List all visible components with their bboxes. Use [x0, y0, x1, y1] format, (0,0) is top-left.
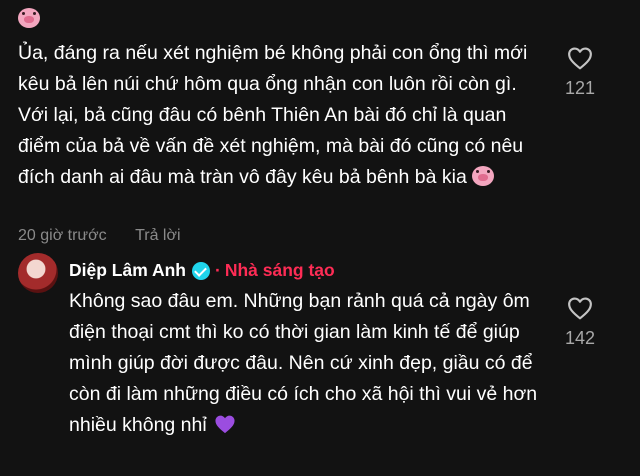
reply-header: Diệp Lâm Anh · Nhà sáng tạo	[69, 260, 335, 281]
purple-heart-emoji-icon	[215, 415, 235, 434]
pig-face-emoji-icon	[472, 166, 495, 186]
reply-text: Không sao đâu em. Những bạn rảnh quá cả …	[69, 290, 538, 436]
comment-text: Ủa, đáng ra nếu xét nghiệm bé không phải…	[18, 42, 528, 188]
reply-like[interactable]: 142	[550, 296, 610, 349]
comment-timestamp: 20 giờ trước	[18, 227, 107, 244]
creator-badge: Nhà sáng tạo	[224, 260, 335, 280]
reply-author-name[interactable]: Diệp Lâm Anh	[69, 260, 186, 281]
comment-thread: Ủa, đáng ra nếu xét nghiệm bé không phải…	[0, 0, 640, 476]
reply-button[interactable]: Trả lời	[135, 227, 180, 245]
comment-body: Ủa, đáng ra nếu xét nghiệm bé không phải…	[18, 38, 540, 193]
heart-outline-icon[interactable]	[567, 46, 593, 70]
comment-meta: 20 giờ trước Trả lời	[18, 227, 181, 245]
reply-like-count: 142	[564, 328, 596, 348]
separator-dot: ·	[215, 260, 221, 280]
heart-outline-icon[interactable]	[567, 296, 593, 320]
pig-face-emoji-icon	[18, 8, 40, 28]
comment-like-count: 121	[564, 78, 596, 98]
comment-like[interactable]: 121	[550, 46, 610, 99]
verified-badge-icon	[192, 261, 210, 280]
avatar[interactable]	[18, 253, 58, 293]
reply-body: Không sao đâu em. Những bạn rảnh quá cả …	[69, 286, 549, 441]
